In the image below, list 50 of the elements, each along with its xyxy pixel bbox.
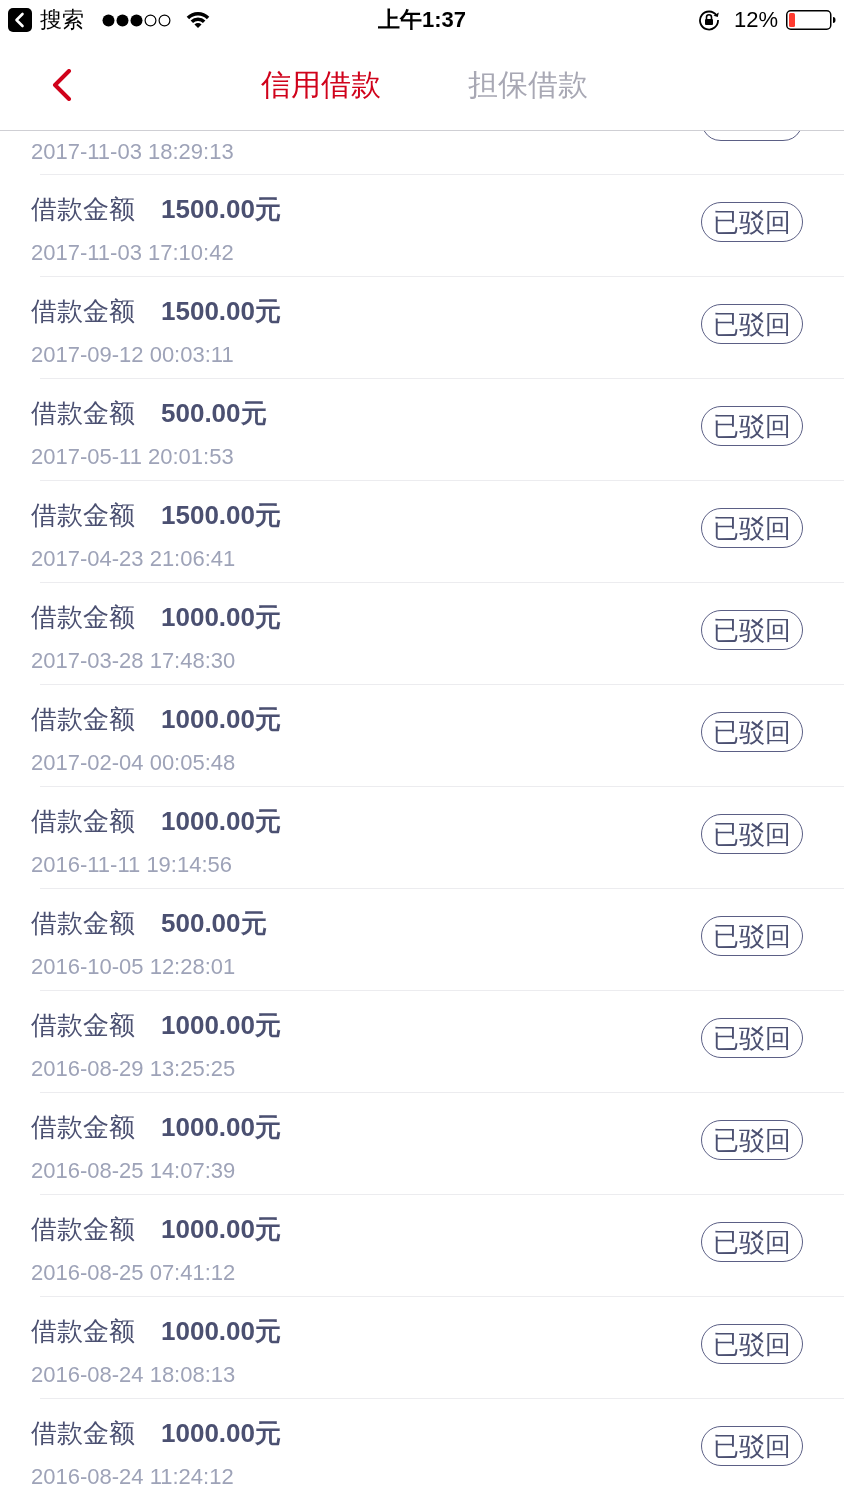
amount-label: 借款金额 bbox=[31, 703, 135, 735]
amount-label: 借款金额 bbox=[31, 1213, 135, 1245]
amount-label: 借款金额 bbox=[31, 805, 135, 837]
amount-value: 1500.00元 bbox=[161, 295, 281, 327]
amount-value: 1000.00元 bbox=[161, 1009, 281, 1041]
record-date: 2017-11-03 17:10:42 bbox=[31, 239, 235, 267]
amount-value: 1000.00元 bbox=[161, 1417, 281, 1449]
record-date: 2017-09-12 00:03:11 bbox=[31, 341, 235, 369]
amount-label: 借款金额 bbox=[31, 907, 135, 939]
amount-label: 借款金额 bbox=[31, 1417, 135, 1449]
amount-value: 1000.00元 bbox=[161, 805, 281, 837]
battery-icon bbox=[786, 10, 836, 30]
back-chevron-icon bbox=[8, 8, 32, 32]
amount-label: 借款金额 bbox=[31, 1009, 135, 1041]
amount-label: 借款金额 bbox=[31, 601, 135, 633]
record-date: 2016-08-24 18:08:13 bbox=[31, 1361, 237, 1389]
amount-value: 1500.00元 bbox=[161, 499, 281, 531]
amount-value: 1000.00元 bbox=[161, 601, 281, 633]
amount-label: 借款金额 bbox=[31, 1315, 135, 1347]
amount-value: 1000.00元 bbox=[161, 1315, 281, 1347]
record-date: 2017-04-23 21:06:41 bbox=[31, 545, 237, 573]
status-time: 上午1:37 bbox=[377, 7, 466, 33]
amount-value: 500.00元 bbox=[161, 907, 267, 939]
amount-value: 1500.00元 bbox=[161, 193, 281, 225]
back-to-app-button[interactable]: 搜索 bbox=[8, 7, 84, 33]
amount-label: 借款金额 bbox=[31, 1111, 135, 1143]
amount-value: 1000.00元 bbox=[161, 1213, 281, 1245]
record-date: 2017-02-04 00:05:48 bbox=[31, 749, 237, 777]
battery-percent: 12% bbox=[733, 7, 778, 33]
signal-icon bbox=[102, 13, 171, 27]
tab[interactable]: 信用借款 bbox=[260, 65, 381, 105]
amount-value: 1000.00元 bbox=[161, 1111, 281, 1143]
wifi-icon bbox=[186, 11, 210, 29]
record-date: 2016-08-24 11:24:12 bbox=[31, 1463, 235, 1491]
back-chevron-icon bbox=[52, 69, 72, 101]
record-date: 2017-05-11 20:01:53 bbox=[31, 443, 235, 471]
record-date: 2016-08-25 07:41:12 bbox=[31, 1259, 237, 1287]
record-date: 2016-08-25 14:07:39 bbox=[31, 1157, 237, 1185]
amount-label: 借款金额 bbox=[31, 499, 135, 531]
amount-value: 1000.00元 bbox=[161, 703, 281, 735]
rotation-lock-icon bbox=[697, 9, 720, 31]
record-date: 2016-10-05 12:28:01 bbox=[31, 953, 237, 981]
record-date: 2017-03-28 17:48:30 bbox=[31, 647, 237, 675]
amount-label: 借款金额 bbox=[31, 193, 135, 225]
record-date: 2016-08-29 13:25:25 bbox=[31, 1055, 237, 1083]
record-date: 2017-11-03 18:29:13 bbox=[31, 138, 234, 166]
amount-value: 500.00元 bbox=[161, 397, 267, 429]
amount-label: 借款金额 bbox=[31, 295, 135, 327]
amount-label: 借款金额 bbox=[31, 397, 135, 429]
record-date: 2016-11-11 19:14:56 bbox=[31, 851, 234, 879]
